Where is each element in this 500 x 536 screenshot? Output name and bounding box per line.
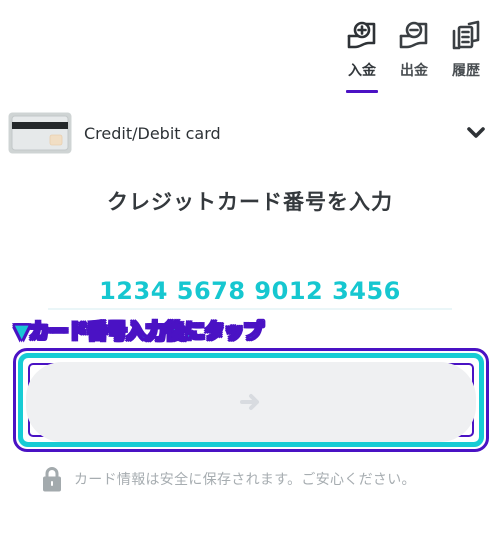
transaction-tabs: 入金 出金 履歴 <box>336 18 492 93</box>
security-note-text: カード情報は安全に保存されます。ご安心ください。 <box>74 472 416 488</box>
payment-method-selector[interactable]: Credit/Debit card <box>8 111 486 155</box>
tab-deposit-label: 入金 <box>348 63 376 79</box>
tab-withdraw[interactable]: 出金 <box>388 18 440 93</box>
lock-icon <box>43 467 61 492</box>
page-heading: クレジットカード番号を入力 <box>107 190 393 214</box>
tap-instruction-annotation: ▼カード番号入力後にタップ <box>14 319 264 344</box>
deposit-icon <box>347 21 376 49</box>
card-number-input[interactable] <box>48 274 452 310</box>
tab-deposit[interactable]: 入金 <box>336 18 388 93</box>
submit-button[interactable] <box>26 362 476 442</box>
tab-history-label: 履歴 <box>452 63 480 79</box>
credit-card-icon <box>8 112 72 154</box>
history-icon <box>452 20 480 50</box>
tab-withdraw-label: 出金 <box>400 63 428 79</box>
arrow-right-icon <box>240 394 259 410</box>
security-note: カード情報は安全に保存されます。ご安心ください。 <box>42 466 416 492</box>
active-tab-indicator <box>346 90 378 93</box>
withdraw-icon <box>399 21 428 49</box>
chevron-down-icon[interactable] <box>466 126 486 140</box>
tab-history[interactable]: 履歴 <box>440 18 492 93</box>
payment-method-label: Credit/Debit card <box>84 123 221 143</box>
